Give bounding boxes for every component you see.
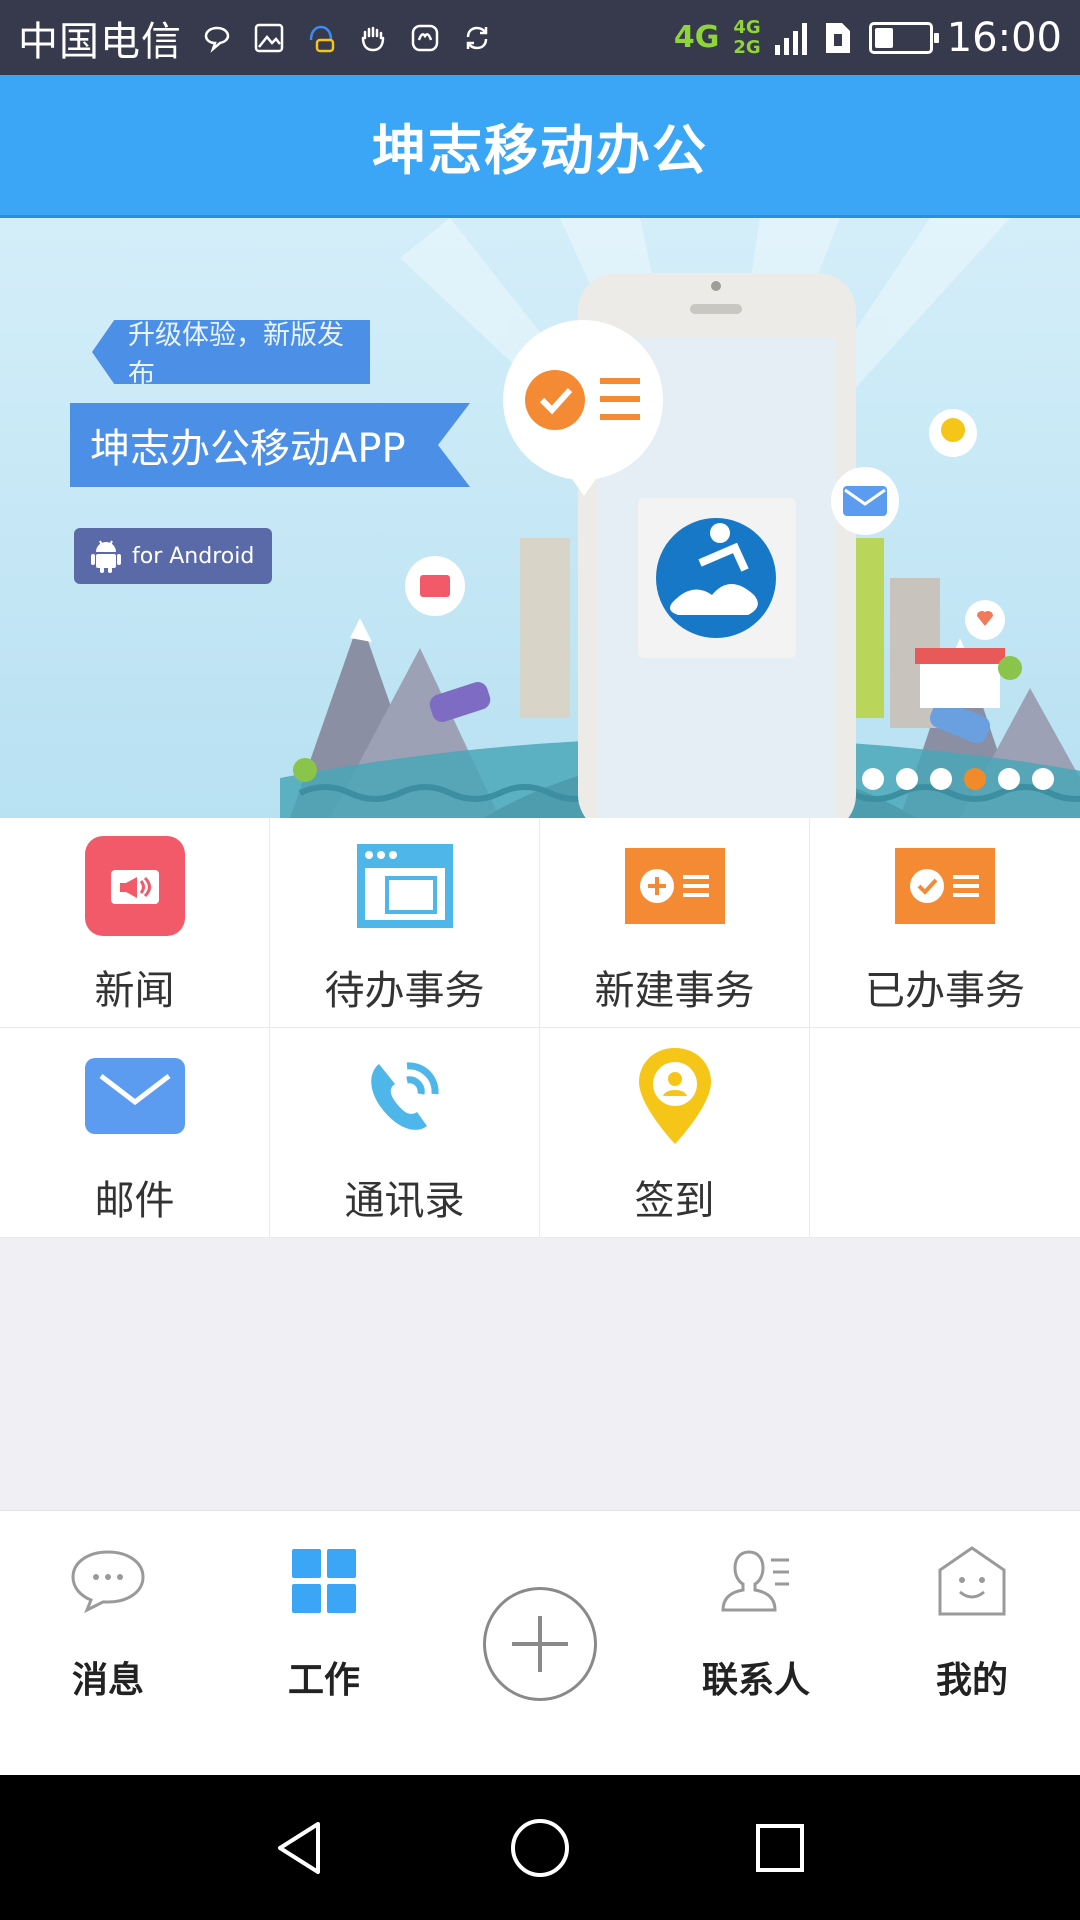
- tab-work[interactable]: 工作: [244, 1511, 404, 1776]
- image-notification-icon: [252, 21, 286, 55]
- plus-icon: [512, 1616, 568, 1672]
- home-circle-icon: [511, 1818, 569, 1877]
- battery-level-fill: [874, 27, 893, 48]
- grid-item-empty: [810, 1028, 1080, 1238]
- grid-item-contacts[interactable]: 通讯录: [270, 1028, 540, 1238]
- tab-contacts[interactable]: 联系人: [676, 1511, 836, 1776]
- sim-card-icon: [821, 21, 855, 55]
- clock-label: 16:00: [946, 14, 1062, 61]
- grid-item-news[interactable]: 新闻: [0, 818, 270, 1028]
- tab-messages[interactable]: 消息: [28, 1511, 188, 1776]
- android-badge-label: for Android: [132, 543, 255, 569]
- battery-icon: [868, 21, 939, 54]
- carousel-dot[interactable]: [998, 768, 1020, 790]
- recents-button[interactable]: [745, 1813, 815, 1883]
- headset-notification-icon: [304, 21, 338, 55]
- chat-bubble-icon: [68, 1541, 148, 1621]
- sim2-network-label: 2G: [733, 36, 761, 58]
- grid-item-check-in[interactable]: 签到: [540, 1028, 810, 1238]
- grid-item-pending-tasks[interactable]: 待办事务: [270, 818, 540, 1028]
- tab-label: 我的: [935, 1660, 1008, 1701]
- recents-square-icon: [756, 1823, 804, 1872]
- promo-banner-carousel[interactable]: 升级体验，新版发布 坤志办公移动APP for Android: [0, 218, 1080, 818]
- grid-item-label: 待办事务: [324, 968, 485, 1014]
- contact-icon: [716, 1541, 796, 1621]
- grid-item-label: 通讯录: [344, 1178, 465, 1224]
- location-pin-icon: [625, 1046, 725, 1146]
- app-header: 坤志移动办公: [0, 75, 1080, 218]
- carousel-dot[interactable]: [964, 768, 986, 790]
- back-triangle-icon: [278, 1821, 320, 1874]
- system-navigation-bar: [0, 1775, 1080, 1920]
- window-icon: [355, 836, 455, 936]
- feature-grid: 新闻 待办事务 新建事务 已办事务 邮件 通讯录 签到: [0, 818, 1080, 1238]
- bottom-tab-bar: 消息 工作 联系人 我的: [0, 1510, 1080, 1775]
- grid-item-label: 新建事务: [594, 968, 755, 1014]
- phone-icon: [355, 1046, 455, 1146]
- sim1-network-label: 4G: [733, 16, 761, 38]
- tab-label: 消息: [71, 1660, 144, 1701]
- home-face-icon: [932, 1541, 1012, 1621]
- carousel-dot[interactable]: [1032, 768, 1054, 790]
- banner-illustration: [280, 218, 1080, 818]
- megaphone-icon: [84, 836, 185, 936]
- chat-notification-icon: [200, 21, 234, 55]
- carousel-dot[interactable]: [930, 768, 952, 790]
- app-screen: 中国电信 4G 4G 2G 16:00 坤志移动办公 升级体验，新版发布 坤志办…: [0, 0, 1080, 1920]
- carrier-label: 中国电信: [18, 18, 182, 65]
- grid-item-completed-tasks[interactable]: 已办事务: [810, 818, 1080, 1028]
- grid-item-mail[interactable]: 邮件: [0, 1028, 270, 1238]
- home-button[interactable]: [505, 1813, 575, 1883]
- grid-icon: [284, 1541, 364, 1621]
- grid-item-label: 邮件: [94, 1178, 175, 1224]
- android-icon: [91, 540, 121, 573]
- grid-item-label: 签到: [634, 1178, 715, 1224]
- carousel-indicator: [862, 768, 1054, 790]
- banner-subtitle-ribbon: 升级体验，新版发布: [92, 320, 370, 384]
- mail-icon: [84, 1046, 185, 1146]
- banner-title-ribbon: 坤志办公移动APP: [70, 403, 470, 487]
- sync-notification-icon: [460, 21, 494, 55]
- signal-strength-icon: [774, 21, 807, 55]
- grid-item-label: 已办事务: [865, 968, 1025, 1014]
- back-button[interactable]: [265, 1813, 335, 1883]
- badge-plus-icon: [624, 836, 725, 936]
- huawei-notification-icon: [408, 21, 442, 55]
- badge-check-icon: [895, 836, 995, 936]
- tab-me[interactable]: 我的: [892, 1511, 1052, 1776]
- tab-label: 工作: [287, 1660, 360, 1701]
- android-platform-badge: for Android: [74, 528, 272, 584]
- tab-label: 联系人: [701, 1660, 810, 1701]
- add-button[interactable]: [483, 1587, 597, 1701]
- carousel-dot[interactable]: [896, 768, 918, 790]
- network-type-label: 4G: [673, 19, 720, 55]
- dual-sim-network-label: 4G 2G: [733, 16, 761, 58]
- page-title: 坤志移动办公: [372, 118, 708, 182]
- carousel-dot[interactable]: [862, 768, 884, 790]
- hand-notification-icon: [356, 21, 390, 55]
- grid-item-new-task[interactable]: 新建事务: [540, 818, 810, 1028]
- status-bar: 中国电信 4G 4G 2G 16:00: [0, 0, 1080, 75]
- grid-item-label: 新闻: [94, 968, 175, 1014]
